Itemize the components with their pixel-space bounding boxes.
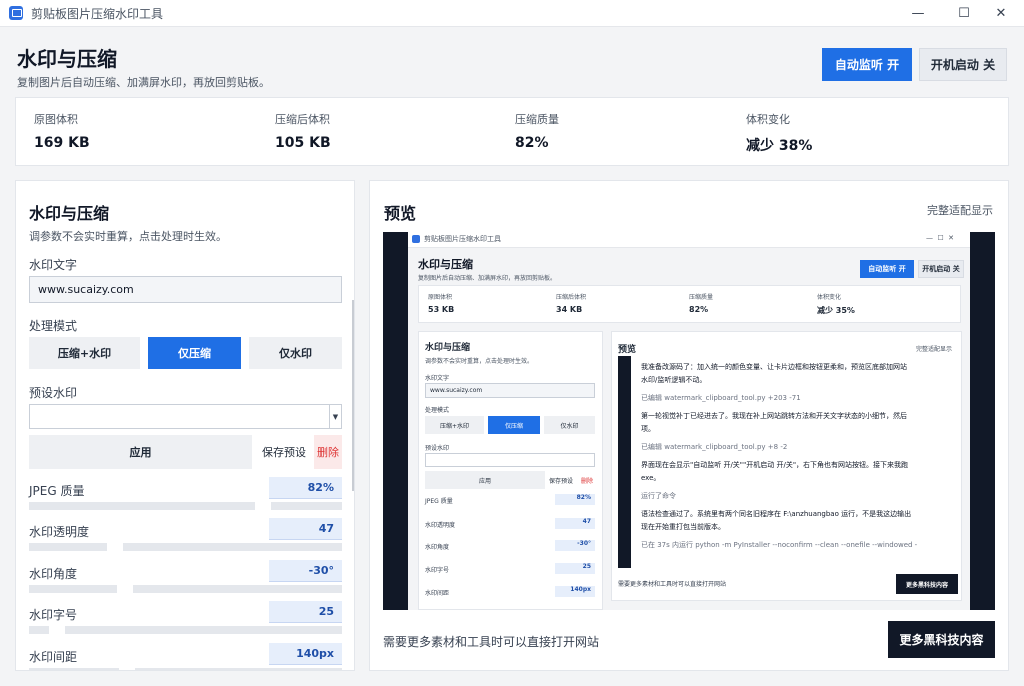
- delete-preset-button[interactable]: 删除: [314, 435, 342, 469]
- mini-stat-label: 原图体积: [428, 294, 453, 301]
- font-size-label: 水印字号: [29, 608, 78, 622]
- preview-screenshot: 剪贴板图片压缩水印工具 — ☐ ✕ 水印与压缩 复制图片后自动压缩、加满屏水印，…: [408, 232, 970, 610]
- opacity-value[interactable]: 47: [269, 518, 342, 540]
- mini-save-preset: 保存预设: [549, 478, 574, 485]
- mini-mode-button: 压缩+水印: [425, 416, 484, 434]
- mode-compress-only[interactable]: 仅压缩: [148, 337, 241, 369]
- mini-preset-label: 预设水印: [425, 445, 450, 452]
- mini-window-controls: — ☐ ✕: [926, 234, 955, 242]
- auto-monitor-toggle[interactable]: 自动监听 开: [822, 48, 912, 81]
- mini-stat-value: 34 KB: [556, 305, 583, 314]
- mini-fit-link: 完整适配显示: [916, 346, 953, 353]
- mini-param-label: 水印字号: [425, 567, 450, 574]
- preview-title: 预览: [384, 204, 417, 223]
- mini-mode-button-active: 仅压缩: [488, 416, 540, 434]
- title-bar: 剪贴板图片压缩水印工具 — ☐ ✕: [0, 0, 1024, 27]
- settings-subtitle: 调参数不会实时重算，点击处理时生效。: [29, 230, 227, 243]
- angle-value[interactable]: -30°: [269, 560, 342, 582]
- mini-param-label: 水印角度: [425, 544, 450, 551]
- mini-settings-subtitle: 调参数不会实时重算，点击处理时生效。: [425, 358, 534, 365]
- mini-param-label: JPEG 质量: [425, 498, 453, 505]
- mini-stat-label: 压缩质量: [689, 294, 714, 301]
- mini-auto-monitor-toggle: 自动监听 开: [860, 260, 914, 278]
- font-size-slider[interactable]: [29, 624, 342, 636]
- mini-startup-toggle: 开机启动 关: [918, 260, 964, 278]
- mode-compress-watermark[interactable]: 压缩+水印: [29, 337, 140, 369]
- watermark-text-input[interactable]: www.sucaizy.com: [29, 276, 342, 303]
- settings-title: 水印与压缩: [29, 204, 110, 223]
- mini-watermark-input: www.sucaizy.com: [425, 383, 595, 398]
- apply-button[interactable]: 应用: [29, 435, 252, 469]
- angle-label: 水印角度: [29, 567, 78, 581]
- mini-window-title: 剪贴板图片压缩水印工具: [424, 235, 501, 243]
- stats-bar: 原图体积 169 KB 压缩后体积 105 KB 压缩质量 82% 体积变化 减…: [15, 97, 1009, 166]
- mini-chat-log: 我准备改源码了：加入统一的颜色变量、让卡片边框和按钮更柔和，预览区底部加网站 水…: [631, 356, 958, 568]
- settings-scrollbar[interactable]: [352, 300, 354, 491]
- mini-mode-button: 仅水印: [544, 416, 595, 434]
- mini-delete-preset: 删除: [581, 478, 594, 485]
- jpeg-quality-value[interactable]: 82%: [269, 477, 342, 499]
- preset-select[interactable]: ▼: [29, 404, 342, 429]
- mini-preview-title: 预览: [618, 345, 637, 355]
- mini-param-value: 47: [555, 518, 595, 529]
- chevron-down-icon: ▼: [329, 405, 341, 428]
- mini-more-button: 更多黑科技内容: [896, 574, 958, 594]
- mini-app-icon: [412, 235, 420, 243]
- watermark-text-label: 水印文字: [29, 258, 78, 272]
- page-subtitle: 复制图片后自动压缩、加满屏水印，再放回剪贴板。: [17, 76, 270, 89]
- mini-watermark-label: 水印文字: [425, 375, 450, 382]
- mini-param-value: 25: [555, 563, 595, 574]
- fit-display-link[interactable]: 完整适配显示: [927, 202, 993, 218]
- mini-page-title: 水印与压缩: [418, 258, 473, 271]
- angle-slider[interactable]: [29, 583, 342, 595]
- mini-stat-value: 53 KB: [428, 305, 455, 314]
- mini-stat-value: 减少 35%: [817, 306, 855, 315]
- window-title: 剪贴板图片压缩水印工具: [31, 6, 164, 21]
- mini-footer-text: 需要更多素材和工具时可以直接打开网站: [618, 581, 727, 588]
- mini-param-value: 82%: [555, 494, 595, 505]
- spacing-value[interactable]: 140px: [269, 643, 342, 665]
- font-size-value[interactable]: 25: [269, 601, 342, 623]
- mini-settings-title: 水印与压缩: [425, 343, 471, 353]
- mode-label: 处理模式: [29, 319, 78, 333]
- save-preset-button[interactable]: 保存预设: [259, 435, 309, 469]
- mini-apply-button: 应用: [425, 471, 545, 489]
- spacing-slider[interactable]: [29, 666, 342, 670]
- mini-stat-label: 压缩后体积: [556, 294, 587, 301]
- footer-text: 需要更多素材和工具时可以直接打开网站: [383, 635, 600, 649]
- jpeg-quality-label: JPEG 质量: [29, 484, 85, 498]
- preset-label: 预设水印: [29, 386, 78, 400]
- opacity-slider[interactable]: [29, 541, 342, 553]
- jpeg-quality-slider[interactable]: [29, 500, 342, 512]
- app-icon: [9, 6, 23, 20]
- mini-mode-label: 处理模式: [425, 407, 450, 414]
- preview-image: 剪贴板图片压缩水印工具 — ☐ ✕ 水印与压缩 复制图片后自动压缩、加满屏水印，…: [383, 232, 995, 610]
- page-title: 水印与压缩: [17, 47, 117, 71]
- opacity-label: 水印透明度: [29, 525, 90, 539]
- mode-watermark-only[interactable]: 仅水印: [249, 337, 342, 369]
- mini-stat-label: 体积变化: [817, 294, 842, 301]
- mini-param-label: 水印透明度: [425, 522, 456, 529]
- minimize-button[interactable]: —: [895, 0, 941, 27]
- close-button[interactable]: ✕: [978, 0, 1024, 27]
- mini-stats-bar: [418, 285, 961, 323]
- spacing-label: 水印间距: [29, 650, 78, 664]
- mini-param-value: 140px: [555, 586, 595, 597]
- mini-page-subtitle: 复制图片后自动压缩、加满屏水印，再放回剪贴板。: [418, 275, 557, 282]
- mini-param-label: 水印间距: [425, 590, 450, 597]
- startup-toggle[interactable]: 开机启动 关: [919, 48, 1007, 81]
- mini-param-value: -30°: [555, 540, 595, 551]
- more-content-button[interactable]: 更多黑科技内容: [888, 621, 995, 658]
- settings-panel: 水印与压缩 调参数不会实时重算，点击处理时生效。 水印文字 www.sucaiz…: [15, 180, 355, 671]
- mini-preset-select: [425, 453, 595, 467]
- mini-stat-value: 82%: [689, 305, 709, 314]
